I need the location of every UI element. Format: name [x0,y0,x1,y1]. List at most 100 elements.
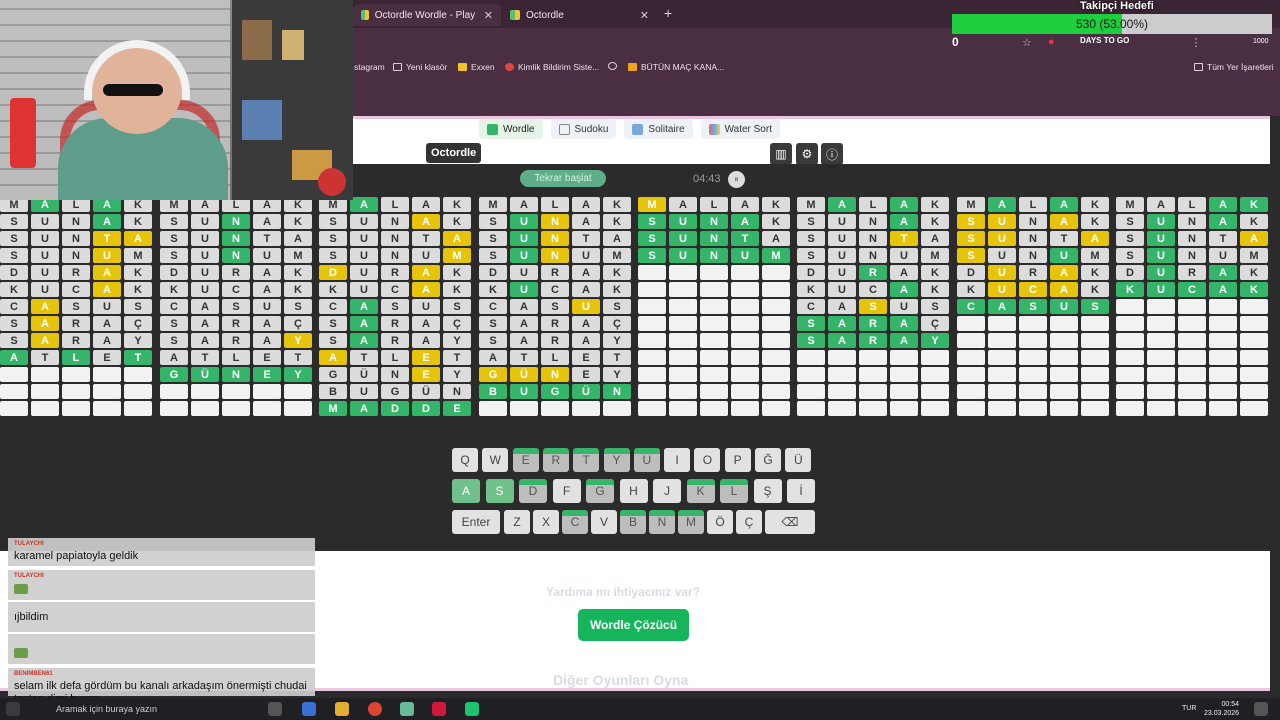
key-y[interactable]: Y [603,448,630,472]
key-enter[interactable]: Enter [452,510,500,534]
chrome-icon[interactable] [368,702,382,716]
board-cell: R [1019,265,1047,280]
tab-octordle[interactable]: Octordle ✕ [502,4,657,26]
app-icon[interactable] [465,702,479,716]
key-j[interactable]: J [653,479,681,503]
board-cell [669,401,697,416]
key-n[interactable]: N [649,510,675,534]
board-cell: U [1147,231,1175,246]
key-p[interactable]: P [724,448,751,472]
key-t[interactable]: T [573,448,600,472]
close-tab-icon[interactable]: ✕ [484,9,493,22]
board-cell [638,333,666,348]
key-g[interactable]: G [586,479,614,503]
app-icon[interactable] [400,702,414,716]
task-view-icon[interactable] [268,702,282,716]
key-ş[interactable]: Ş [753,479,782,503]
tab-wordle[interactable]: Wordle [479,119,543,139]
system-clock[interactable]: 00:54 23.03.2026 [1204,700,1239,718]
key-a[interactable]: A [452,479,480,503]
key-r[interactable]: R [542,448,569,472]
key-v[interactable]: V [591,510,617,534]
explorer-icon[interactable] [335,702,349,716]
language-indicator[interactable]: TUR [1182,705,1196,712]
board-cell: L [222,350,250,365]
key-d[interactable]: D [519,479,547,503]
bookmark-all[interactable]: Tüm Yer İşaretleri [1194,62,1274,72]
board-cell [1081,316,1109,331]
tab-solitaire[interactable]: Solitaire [624,119,693,139]
tab-octordle-wordle[interactable]: Octordle Wordle - Play Octord ✕ [353,4,501,26]
key-s[interactable]: S [485,479,514,503]
menu-icon[interactable]: ⋮ [1191,36,1202,49]
key-w[interactable]: W [482,448,509,472]
board-cell [1209,384,1237,399]
key-k[interactable]: K [686,479,715,503]
bookmark-exxen[interactable]: Exxen [458,62,495,72]
key-z[interactable]: Z [504,510,530,534]
key-e[interactable]: E [512,448,539,472]
key-o[interactable]: O [694,448,721,472]
screen: Octordle Wordle - Play Octord ✕ Octordle… [0,0,1280,720]
board-cell: A [572,333,600,348]
board-cell: S [797,231,825,246]
app-icon[interactable] [432,702,446,716]
board-cell [731,282,759,297]
key-backspace[interactable]: ⌫ [765,510,815,534]
bookmark-globe[interactable] [608,62,617,70]
key-f[interactable]: F [552,479,581,503]
board-cell [1178,367,1206,382]
key-b[interactable]: B [620,510,646,534]
board-cell: N [1019,231,1047,246]
pause-icon[interactable]: ⏸ [728,171,745,188]
key-u[interactable]: U [633,448,660,472]
info-icon[interactable]: ⓘ [821,143,843,165]
board-cell: M [479,197,507,212]
key-h[interactable]: H [619,479,648,503]
restart-button[interactable]: Tekrar başlat [520,170,606,187]
octordle-badge[interactable]: Octordle [426,143,482,163]
key-x[interactable]: X [533,510,559,534]
stats-icon[interactable]: ▥ [770,143,792,165]
key-l[interactable]: L [720,479,748,503]
key-ç[interactable]: Ç [736,510,762,534]
board-cell: U [412,248,440,263]
extension-icon[interactable]: ● [1048,36,1055,49]
key-m[interactable]: M [678,510,704,534]
notification-icon[interactable] [1254,702,1268,716]
key-ö[interactable]: Ö [707,510,733,534]
close-tab-icon[interactable]: ✕ [640,9,649,22]
bookmark-kimlik[interactable]: Kimlik Bildirim Siste... [505,62,599,72]
bookmark-butun-mac[interactable]: BÜTÜN MAÇ KANA... [628,62,724,72]
key-i[interactable]: I [664,448,691,472]
board-3: MALAKSUNAKSUNTASUNUMDURAKKUCAKCASUSSARAÇ… [319,197,471,416]
board-cell: U [31,282,59,297]
settings-gear-icon[interactable]: ⚙ [796,143,818,165]
new-tab-icon[interactable]: + [664,5,672,21]
key-i̇[interactable]: İ [787,479,815,503]
tab-sudoku[interactable]: Sudoku [550,119,617,139]
board-cell: A [828,333,856,348]
tab-water-sort[interactable]: Water Sort [700,119,780,139]
windows-start-icon[interactable] [6,702,20,716]
clock-time: 00:54 [1221,701,1240,708]
key-q[interactable]: Q [452,448,478,472]
board-cell: K [797,282,825,297]
board-cell [1116,350,1144,365]
bookmark-yeni-klasor[interactable]: Yeni klasör [393,62,447,72]
key-ü[interactable]: Ü [785,448,812,472]
key-ğ[interactable]: Ğ [755,448,781,472]
board-cell: U [1147,282,1175,297]
edge-icon[interactable] [302,702,316,716]
search-icon[interactable] [38,702,52,716]
board-cell: T [350,350,378,365]
days-to-go: DAYS TO GO [1080,36,1130,45]
wordle-solver-button[interactable]: Wordle Çözücü [578,609,689,641]
taskbar-search[interactable]: Aramak için buraya yazın [56,704,157,714]
board-cell: S [1116,214,1144,229]
star-icon[interactable]: ☆ [1022,36,1032,49]
key-c[interactable]: C [562,510,588,534]
board-6: MALAKSUNAKSUNTASUNUMDURAKKUCAKCASUSSARAÇ… [797,197,949,416]
board-cell: S [160,214,188,229]
bookmark-instagram[interactable]: stagram [354,62,385,72]
